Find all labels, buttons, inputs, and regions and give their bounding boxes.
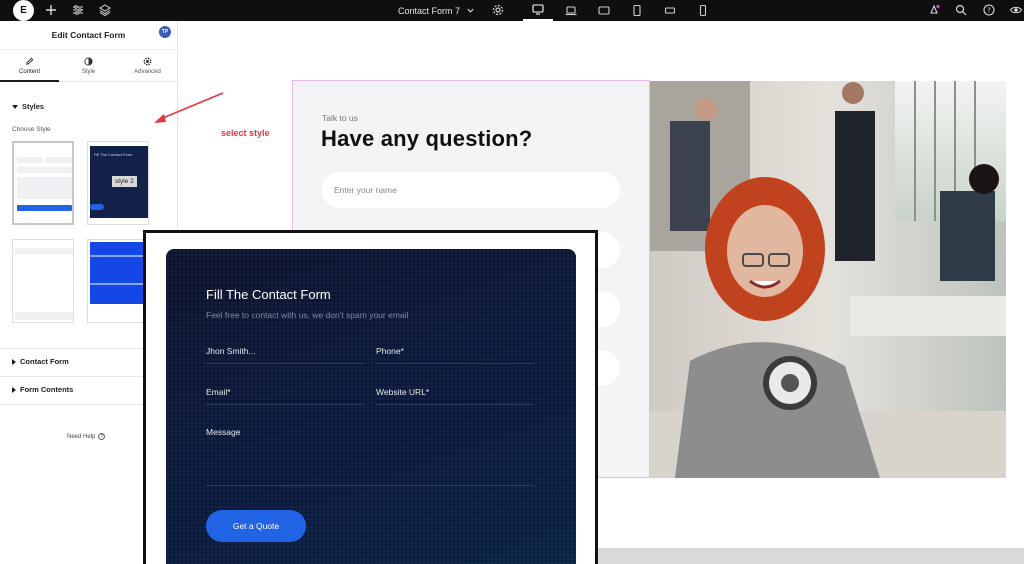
- preview-eye-icon[interactable]: [1008, 2, 1024, 18]
- laptop-icon[interactable]: [556, 0, 586, 21]
- field-underline: [206, 485, 534, 486]
- top-toolbar: E Contact Form 7 ?: [0, 0, 1024, 21]
- field-underline: [206, 363, 364, 364]
- name-input[interactable]: Enter your name: [322, 172, 620, 208]
- section-label: Form Contents: [20, 385, 74, 394]
- mobile-portrait-icon[interactable]: [688, 0, 718, 21]
- email-field[interactable]: Email*: [206, 387, 231, 397]
- caret-right-icon: [12, 358, 16, 365]
- canvas-bottom-strip: [597, 548, 1024, 564]
- desktop-icon[interactable]: [523, 0, 553, 21]
- style-thumbnail-1[interactable]: [12, 141, 74, 225]
- search-icon[interactable]: [953, 2, 969, 18]
- get-a-quote-button[interactable]: Get a Quote: [206, 510, 306, 542]
- section-label: Styles: [22, 102, 45, 111]
- chevron-down-icon: [467, 8, 474, 13]
- sliders-icon[interactable]: [70, 2, 86, 18]
- section-contact-form-toggle[interactable]: Contact Form: [12, 357, 69, 366]
- thumb-2-heading: Fill The Contact Form: [94, 152, 133, 157]
- message-field[interactable]: Message: [206, 427, 241, 437]
- field-underline: [206, 404, 364, 405]
- style-thumbnail-4[interactable]: [87, 239, 149, 323]
- document-title: Contact Form 7: [398, 5, 461, 16]
- tab-advanced[interactable]: Advanced: [118, 50, 177, 81]
- question-icon: ?: [98, 433, 106, 440]
- tablet-portrait-icon[interactable]: [622, 0, 652, 21]
- tab-label: Content: [18, 68, 40, 75]
- office-woman-image: [650, 81, 1006, 478]
- style-thumbnail-3[interactable]: [12, 239, 74, 323]
- section-styles-toggle[interactable]: Styles: [12, 102, 44, 111]
- tablet-landscape-icon[interactable]: [589, 0, 619, 21]
- style-2-tooltip: style 2: [112, 176, 137, 187]
- elementor-logo[interactable]: E: [13, 0, 34, 21]
- page-heading: Have any question?: [321, 126, 533, 151]
- style-thumbnail-2[interactable]: Fill The Contact Form style 2: [87, 141, 149, 225]
- help-icon[interactable]: ?: [981, 2, 997, 18]
- layers-icon[interactable]: [97, 2, 113, 18]
- document-title-dropdown[interactable]: Contact Form 7: [398, 0, 475, 21]
- style-4-preview: [88, 240, 148, 322]
- tab-content[interactable]: Content: [0, 50, 59, 82]
- field-underline: [376, 404, 534, 405]
- panel-header: Edit Contact Form TP: [0, 21, 177, 49]
- caret-down-icon: [12, 104, 18, 109]
- pencil-icon: [26, 57, 34, 65]
- form-title: Fill The Contact Form: [206, 287, 331, 302]
- choose-style-label: Choose Style: [12, 126, 51, 133]
- mobile-landscape-icon[interactable]: [655, 0, 685, 21]
- annotation-arrow-icon: [154, 92, 224, 123]
- phone-field[interactable]: Phone*: [376, 346, 404, 356]
- need-help-label: Need Help: [67, 433, 96, 440]
- hero-photo: [650, 81, 1006, 478]
- form-subtitle: Feel free to contact with us, we don't s…: [206, 310, 409, 320]
- panel-title: Edit Contact Form: [51, 30, 126, 40]
- annotation-label: select style: [221, 128, 270, 138]
- plus-icon[interactable]: [43, 2, 59, 18]
- website-url-field[interactable]: Website URL*: [376, 387, 429, 397]
- notifications-icon[interactable]: [926, 2, 942, 18]
- field-underline: [376, 363, 534, 364]
- name-input-placeholder: Enter your name: [334, 185, 397, 195]
- contrast-icon: [84, 56, 93, 66]
- name-field[interactable]: Jhon Smith...: [206, 346, 256, 356]
- svg-text:?: ?: [987, 7, 991, 15]
- section-form-contents-toggle[interactable]: Form Contents: [12, 385, 73, 394]
- need-help-link[interactable]: Need Help ?: [67, 433, 106, 440]
- tab-label: Style: [81, 68, 96, 75]
- panel-tabs: Content Style Advanced: [0, 49, 177, 82]
- tab-label: Advanced: [134, 68, 161, 75]
- tab-style[interactable]: Style: [59, 50, 118, 81]
- gear-icon[interactable]: [490, 2, 506, 18]
- avatar[interactable]: TP: [159, 26, 171, 38]
- eyebrow-text: Talk to us: [322, 113, 358, 123]
- section-label: Contact Form: [20, 357, 69, 366]
- style-3-preview: [13, 240, 73, 322]
- caret-right-icon: [12, 386, 16, 393]
- style-1-preview: [14, 143, 72, 223]
- gear-icon: [143, 57, 152, 65]
